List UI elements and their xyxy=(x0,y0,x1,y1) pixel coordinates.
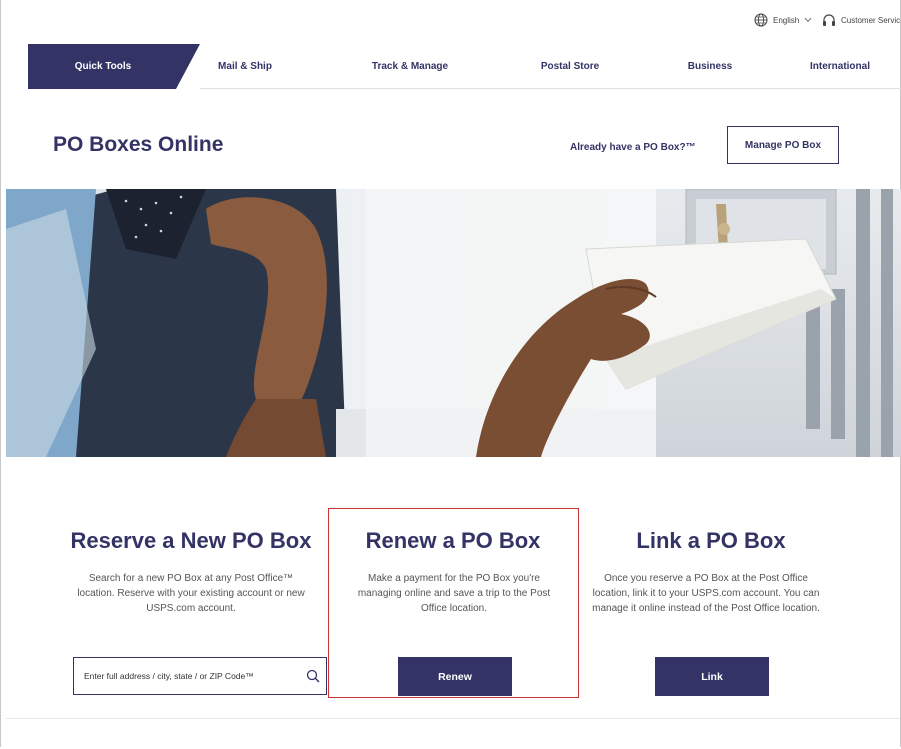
chevron-down-icon xyxy=(804,17,812,23)
main-nav: Quick Tools Mail & Ship Track & Manage P… xyxy=(0,44,901,89)
hero-illustration xyxy=(6,189,901,457)
location-search xyxy=(73,657,327,695)
globe-icon xyxy=(754,13,768,27)
link-button[interactable]: Link xyxy=(655,657,769,696)
search-icon[interactable] xyxy=(300,669,326,683)
tab-quick-tools[interactable]: Quick Tools xyxy=(28,44,178,89)
language-label: English xyxy=(773,15,800,25)
reserve-card-description: Search for a new PO Box at any Post Offi… xyxy=(77,573,305,614)
tab-business[interactable]: Business xyxy=(655,44,765,89)
hero-image xyxy=(6,189,901,457)
manage-po-box-button[interactable]: Manage PO Box xyxy=(727,126,839,164)
headset-icon xyxy=(822,13,836,28)
location-search-input[interactable] xyxy=(82,670,300,682)
link-card-title: Link a PO Box xyxy=(636,528,786,553)
language-selector[interactable]: English xyxy=(754,13,812,27)
page-title: PO Boxes Online xyxy=(53,133,224,156)
reserve-card-title: Reserve a New PO Box xyxy=(70,528,312,553)
customer-service-link[interactable]: Customer Servic xyxy=(822,13,900,28)
renew-highlight-box xyxy=(328,508,579,698)
customer-service-label: Customer Servic xyxy=(841,16,901,25)
bottom-divider xyxy=(6,718,900,719)
tab-postal-store[interactable]: Postal Store xyxy=(515,44,625,89)
link-card-description: Once you reserve a PO Box at the Post Of… xyxy=(592,573,820,614)
utility-bar: English Customer Servic xyxy=(0,0,901,36)
already-have-po-box-text: Already have a PO Box?™ xyxy=(570,142,696,153)
tab-mail-ship[interactable]: Mail & Ship xyxy=(190,44,300,89)
tab-track-manage[interactable]: Track & Manage xyxy=(345,44,475,89)
tab-international[interactable]: International xyxy=(775,44,901,89)
